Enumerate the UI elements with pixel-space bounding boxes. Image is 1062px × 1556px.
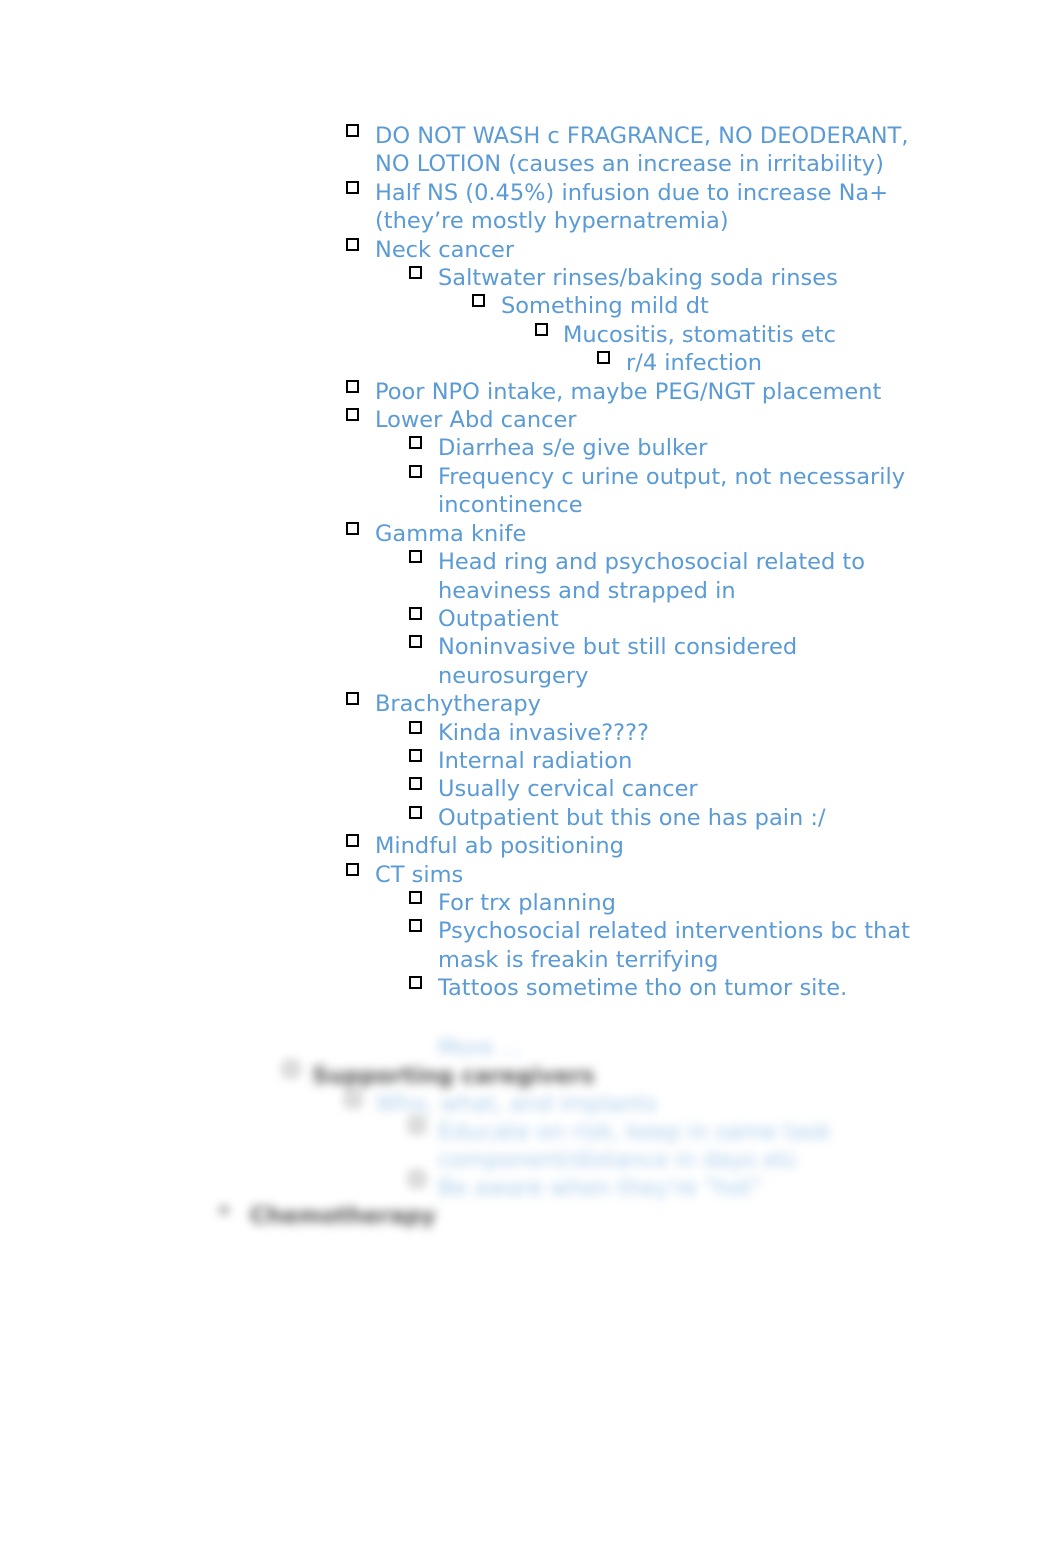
checklist-item: Mindful ab positioning — [346, 832, 946, 860]
checkbox-icon[interactable] — [409, 976, 422, 990]
checkbox-icon[interactable] — [409, 606, 422, 620]
checklist-item: For trx planning — [346, 889, 946, 917]
checklist-item: Internal radiation — [346, 747, 946, 775]
blurred-line: component/distance in days etc — [438, 1147, 799, 1173]
checklist-item-text: Outpatient — [438, 605, 559, 632]
checklist-item: Gamma knife — [346, 520, 946, 548]
checkbox-icon[interactable] — [409, 464, 422, 478]
checklist-item: DO NOT WASH c FRAGRANCE, NO DEODERANT, N… — [346, 122, 946, 179]
checklist-item-text: Usually cervical cancer — [438, 776, 698, 803]
checklist-item: Mucositis, stomatitis etc — [346, 321, 946, 349]
checkbox-icon — [410, 1172, 424, 1186]
checklist-item-text: Head ring and psychosocial related to he… — [438, 549, 866, 604]
checkbox-icon[interactable] — [346, 408, 359, 422]
checklist-item-text: Lower Abd cancer — [375, 407, 577, 434]
checkbox-icon — [346, 1092, 360, 1106]
checkbox-icon[interactable] — [346, 124, 359, 137]
checklist-item: Brachytherapy — [346, 690, 946, 718]
checklist-item: Usually cervical cancer — [346, 775, 946, 803]
checklist-item-text: Psychosocial related interventions bc th… — [438, 918, 910, 973]
checklist-item: Saltwater rinses/baking soda rinses — [346, 264, 946, 292]
checklist-item: Noninvasive but still considered neurosu… — [346, 633, 946, 690]
checkbox-icon[interactable] — [346, 862, 359, 876]
checklist-item-text: r/4 infection — [626, 350, 763, 377]
checkbox-icon[interactable] — [346, 692, 359, 706]
checklist-item: CT sims — [346, 861, 946, 889]
checklist-item-text: CT sims — [375, 861, 464, 888]
checkbox-icon[interactable] — [472, 294, 485, 308]
checkbox-icon — [284, 1062, 298, 1076]
checkbox-icon[interactable] — [409, 777, 422, 791]
checklist: DO NOT WASH c FRAGRANCE, NO DEODERANT, N… — [346, 122, 946, 1003]
checkbox-icon[interactable] — [409, 890, 422, 904]
checklist-item-text: Half NS (0.45%) infusion due to increase… — [375, 179, 889, 235]
bullet-icon — [220, 1206, 228, 1214]
checklist-item: Neck cancer — [346, 236, 946, 264]
checklist-item: Lower Abd cancer — [346, 406, 946, 434]
checklist-item-text: Internal radiation — [438, 747, 633, 774]
checkbox-icon[interactable] — [597, 351, 610, 365]
checklist-item: Outpatient — [346, 605, 946, 633]
blurred-line: Supporting caregivers — [312, 1063, 595, 1089]
checkbox-icon[interactable] — [346, 521, 359, 535]
checklist-item: Diarrhea s/e give bulker — [346, 434, 946, 462]
checklist-item: Psychosocial related interventions bc th… — [346, 917, 946, 974]
checklist-item: Something mild dt — [346, 292, 946, 320]
checklist-item-text: Tattoos sometime tho on tumor site. — [438, 975, 848, 1002]
checklist-item: r/4 infection — [346, 349, 946, 377]
checkbox-icon[interactable] — [409, 635, 422, 649]
checklist-item-text: Noninvasive but still considered neurosu… — [438, 634, 798, 689]
checklist-item: Half NS (0.45%) infusion due to increase… — [346, 179, 946, 236]
document-page: DO NOT WASH c FRAGRANCE, NO DEODERANT, N… — [0, 0, 1062, 1556]
checklist-item-text: Frequency c urine output, not necessaril… — [438, 463, 906, 519]
blurred-line: Who, what, and implants — [376, 1091, 657, 1117]
blurred-line: Educate on risk, keep in same task — [438, 1119, 832, 1145]
checkbox-icon[interactable] — [409, 748, 422, 762]
checklist-item: Tattoos sometime tho on tumor site. — [346, 974, 946, 1002]
checklist-item-text: Kinda invasive???? — [438, 719, 650, 746]
checklist-item-text: Poor NPO intake, maybe PEG/NGT placement — [375, 378, 882, 405]
checkbox-icon[interactable] — [409, 720, 422, 734]
checklist-item-text: Brachytherapy — [375, 691, 541, 718]
checkbox-icon[interactable] — [409, 550, 422, 564]
blurred-line: Chemotherapy — [250, 1203, 436, 1229]
checklist-item: Frequency c urine output, not necessaril… — [346, 463, 946, 520]
checkbox-icon[interactable] — [409, 919, 422, 933]
checklist-item-text: Something mild dt — [501, 293, 709, 320]
checklist-item-text: Mindful ab positioning — [375, 833, 624, 860]
checklist-item-text: Saltwater rinses/baking soda rinses — [438, 265, 838, 292]
checklist-item-text: For trx planning — [438, 889, 616, 916]
checklist-item-text: Mucositis, stomatitis etc — [563, 321, 836, 348]
checkbox-icon[interactable] — [346, 237, 359, 251]
checkbox-icon[interactable] — [409, 805, 422, 819]
checkbox-icon[interactable] — [346, 180, 359, 194]
checklist-item: Poor NPO intake, maybe PEG/NGT placement — [346, 378, 946, 406]
checkbox-icon[interactable] — [535, 322, 548, 336]
checklist-item-text: Outpatient but this one has pain :/ — [438, 804, 826, 831]
checkbox-icon — [410, 1118, 424, 1132]
checkbox-icon[interactable] — [346, 379, 359, 393]
checkbox-icon[interactable] — [409, 436, 422, 450]
checklist-item-text: Gamma knife — [375, 520, 527, 547]
checklist-item-text: Neck cancer — [375, 236, 515, 263]
checkbox-icon[interactable] — [409, 266, 422, 280]
blurred-line: More ... — [438, 1035, 523, 1061]
checklist-item: Kinda invasive???? — [346, 719, 946, 747]
checklist-item: Outpatient but this one has pain :/ — [346, 804, 946, 832]
checklist-item-text: Diarrhea s/e give bulker — [438, 435, 708, 462]
checkbox-icon[interactable] — [346, 834, 359, 848]
checklist-item: Head ring and psychosocial related to he… — [346, 548, 946, 605]
checklist-item-text: DO NOT WASH c FRAGRANCE, NO DEODERANT, N… — [375, 123, 909, 178]
blurred-line: Be aware when they're "hot" — [438, 1175, 762, 1201]
